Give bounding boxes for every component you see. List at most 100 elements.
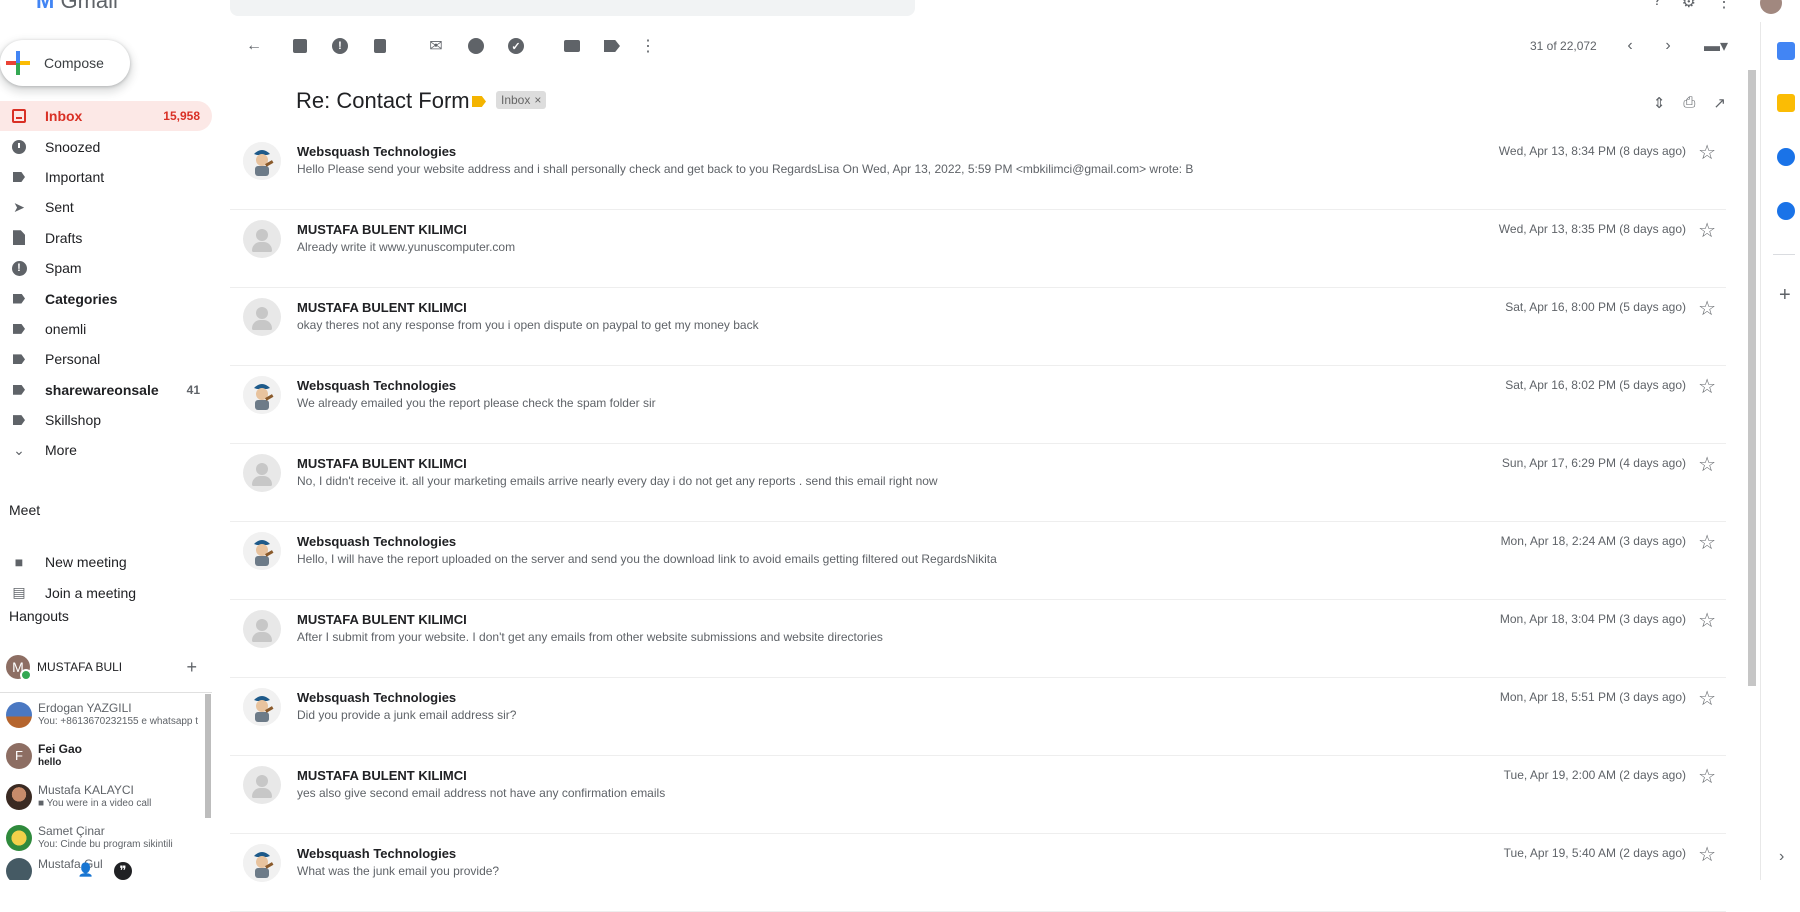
sender-name: Websquash Technologies (297, 846, 457, 861)
importance-marker-icon[interactable] (472, 96, 486, 107)
settings-icon[interactable]: ⚙ (1682, 0, 1696, 14)
websquash-avatar-graphic (243, 142, 281, 180)
hangouts-bottom-bar: 👤 ❞ (78, 862, 132, 880)
message-row[interactable]: Websquash Technologies We already emailed… (230, 366, 1726, 444)
keep-icon[interactable] (1777, 94, 1795, 112)
important-icon (11, 169, 27, 185)
message-row[interactable]: MUSTAFA BULENT KILIMCI Already write it w… (230, 210, 1726, 288)
new-window-icon[interactable]: ↗ (1713, 94, 1726, 112)
back-arrow-icon[interactable]: ← (244, 36, 264, 56)
add-task-icon[interactable]: ✓ (506, 36, 526, 56)
avatar (6, 824, 32, 851)
chat-item[interactable]: Erdogan YAZGILI You: +8613670232155 e wha… (0, 694, 205, 735)
join-meeting-link[interactable]: ▤ Join a meeting (0, 577, 212, 607)
nav-item-label: Snoozed (45, 138, 101, 155)
mark-unread-icon[interactable]: ✉ (426, 36, 446, 56)
avatar (243, 844, 281, 882)
snooze-icon[interactable] (466, 36, 486, 56)
avatar (243, 766, 281, 804)
chat-name: Samet Çinar (38, 823, 105, 838)
label-icon (11, 382, 27, 398)
message-row[interactable]: Websquash Technologies Hello Please send … (230, 132, 1726, 210)
avatar (6, 701, 32, 728)
avatar: F (6, 742, 32, 769)
nav-item-onemli[interactable]: onemli (0, 314, 212, 344)
star-icon[interactable]: ☆ (1698, 374, 1716, 399)
nav-item-sharewareonsale[interactable]: sharewareonsale 41 (0, 375, 212, 405)
print-icon[interactable]: ⎙ (1683, 94, 1695, 112)
message-row[interactable]: Websquash Technologies Hello, I will have… (230, 522, 1726, 600)
chat-bubble-icon[interactable]: ❞ (114, 862, 132, 880)
nav-item-spam[interactable]: ! Spam (0, 253, 212, 283)
message-row[interactable]: Websquash Technologies What was the junk … (230, 834, 1726, 912)
chat-item[interactable]: F Fei Gao hello (0, 735, 205, 776)
main-scrollbar[interactable] (1748, 70, 1756, 686)
nav-item-personal[interactable]: Personal (0, 344, 212, 374)
calendar-icon[interactable] (1777, 42, 1795, 60)
chevron-right-icon[interactable]: › (1779, 848, 1784, 866)
chat-snippet: hello (38, 756, 62, 768)
label-icon (11, 412, 27, 428)
gmail-logo[interactable]: M Gmail (36, 0, 118, 14)
message-snippet: We already emailed you the report please… (297, 396, 656, 410)
delete-icon[interactable] (370, 36, 390, 56)
nav-item-sent[interactable]: ➤ Sent (0, 192, 212, 222)
star-icon[interactable]: ☆ (1698, 842, 1716, 867)
message-row[interactable]: MUSTAFA BULENT KILIMCI yes also give seco… (230, 756, 1726, 834)
star-icon[interactable]: ☆ (1698, 764, 1716, 789)
star-icon[interactable]: ☆ (1698, 296, 1716, 321)
expand-all-icon[interactable]: ⇕ (1653, 94, 1666, 112)
compose-button[interactable]: Compose (0, 40, 130, 86)
contacts-icon[interactable] (1777, 202, 1795, 220)
message-date: Tue, Apr 19, 5:40 AM (2 days ago) (1503, 846, 1686, 860)
label-icon[interactable] (602, 36, 622, 56)
message-row[interactable]: MUSTAFA BULENT KILIMCI No, I didn't recei… (230, 444, 1726, 522)
newer-chevron-icon[interactable]: ‹ (1620, 36, 1640, 56)
contacts-icon[interactable]: 👤 (78, 862, 94, 878)
sender-name: MUSTAFA BULENT KILIMCI (297, 222, 467, 237)
input-tools-icon[interactable]: ▬▾ (1698, 36, 1734, 56)
meet-item-label: Join a meeting (45, 584, 137, 601)
older-chevron-icon[interactable]: › (1658, 36, 1678, 56)
keyboard-icon: ▤ (12, 584, 26, 601)
account-avatar[interactable] (1760, 0, 1782, 14)
hangouts-current-user[interactable]: M MUSTAFA BULI + (6, 653, 211, 681)
help-icon[interactable]: ? (1653, 0, 1662, 14)
nav-item-more[interactable]: ⌄ More (0, 435, 212, 465)
star-icon[interactable]: ☆ (1698, 452, 1716, 477)
chat-scrollbar[interactable] (205, 694, 211, 818)
star-icon[interactable]: ☆ (1698, 608, 1716, 633)
new-meeting-link[interactable]: ■ New meeting (0, 547, 212, 577)
message-row[interactable]: MUSTAFA BULENT KILIMCI After I submit fro… (230, 600, 1726, 678)
sender-name: MUSTAFA BULENT KILIMCI (297, 768, 467, 783)
nav-item-inbox[interactable]: Inbox 15,958 (0, 101, 212, 132)
add-chat-icon[interactable]: + (186, 657, 197, 678)
search-bar[interactable] (230, 0, 915, 16)
star-icon[interactable]: ☆ (1698, 686, 1716, 711)
side-panel-rail: + › (1760, 22, 1800, 880)
nav-item-skillshop[interactable]: Skillshop (0, 405, 212, 435)
chat-item[interactable]: Mustafa KALAYCI ■ You were in a video cal… (0, 776, 205, 817)
move-to-icon[interactable] (562, 36, 582, 56)
nav-item-drafts[interactable]: Drafts (0, 223, 212, 253)
chat-item[interactable]: Samet Çinar You: Cinde bu program sikinti… (0, 817, 205, 858)
avatar (243, 298, 281, 336)
report-spam-icon[interactable]: ! (330, 36, 350, 56)
apps-icon[interactable]: ⋮ (1716, 0, 1732, 14)
nav-item-important[interactable]: Important (0, 162, 212, 192)
add-addon-icon[interactable]: + (1779, 284, 1791, 307)
message-row[interactable]: MUSTAFA BULENT KILIMCI okay theres not an… (230, 288, 1726, 366)
archive-icon[interactable] (290, 36, 310, 56)
tasks-icon[interactable] (1777, 148, 1795, 166)
remove-label-icon[interactable]: × (534, 93, 541, 107)
nav-item-categories[interactable]: Categories (0, 283, 212, 313)
star-icon[interactable]: ☆ (1698, 140, 1716, 165)
nav-item-label: Spam (45, 260, 82, 277)
nav-item-snoozed[interactable]: Snoozed (0, 131, 212, 161)
message-row[interactable]: Websquash Technologies Did you provide a … (230, 678, 1726, 756)
more-options-icon[interactable]: ⋮ (638, 36, 658, 56)
star-icon[interactable]: ☆ (1698, 530, 1716, 555)
star-icon[interactable]: ☆ (1698, 218, 1716, 243)
online-status-icon (20, 669, 32, 681)
inbox-label-chip[interactable]: Inbox × (496, 91, 547, 109)
